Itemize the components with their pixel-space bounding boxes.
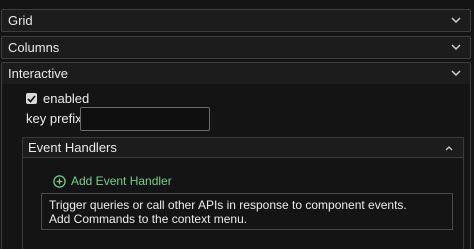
add-event-handler-button[interactable]: Add Event Handler: [53, 174, 172, 188]
section-grid-header[interactable]: Grid: [1, 9, 471, 32]
section-columns-header[interactable]: Columns: [1, 36, 471, 59]
key-prefix-input[interactable]: [80, 107, 210, 131]
enabled-row: enabled: [26, 91, 89, 106]
key-prefix-label: key prefix: [26, 111, 82, 126]
event-handlers-panel: Event Handlers Add Event Handler Trigger…: [22, 137, 464, 249]
chevron-down-icon: [450, 15, 462, 27]
event-handlers-header[interactable]: Event Handlers: [23, 138, 463, 158]
chevron-up-icon: [443, 142, 455, 154]
enabled-label: enabled: [43, 91, 90, 106]
section-columns-title: Columns: [8, 40, 60, 55]
chevron-down-icon: [450, 42, 462, 54]
event-handlers-title: Event Handlers: [28, 140, 117, 155]
chevron-down-icon: [450, 68, 462, 80]
section-interactive-title: Interactive: [8, 66, 68, 81]
help-text-line-2: Add Commands to the context menu.: [49, 212, 248, 226]
section-grid-title: Grid: [8, 13, 33, 28]
help-text-line-1: Trigger queries or call other APIs in re…: [49, 198, 407, 212]
properties-panel: Grid Columns Interactive enabled key pre…: [0, 0, 474, 249]
checkmark-icon: [27, 94, 36, 103]
plus-circle-icon: [53, 174, 66, 188]
event-handlers-help: Trigger queries or call other APIs in re…: [41, 193, 453, 230]
enabled-checkbox[interactable]: [26, 93, 37, 104]
add-event-handler-label: Add Event Handler: [71, 174, 172, 188]
section-interactive-header[interactable]: Interactive: [1, 62, 471, 85]
